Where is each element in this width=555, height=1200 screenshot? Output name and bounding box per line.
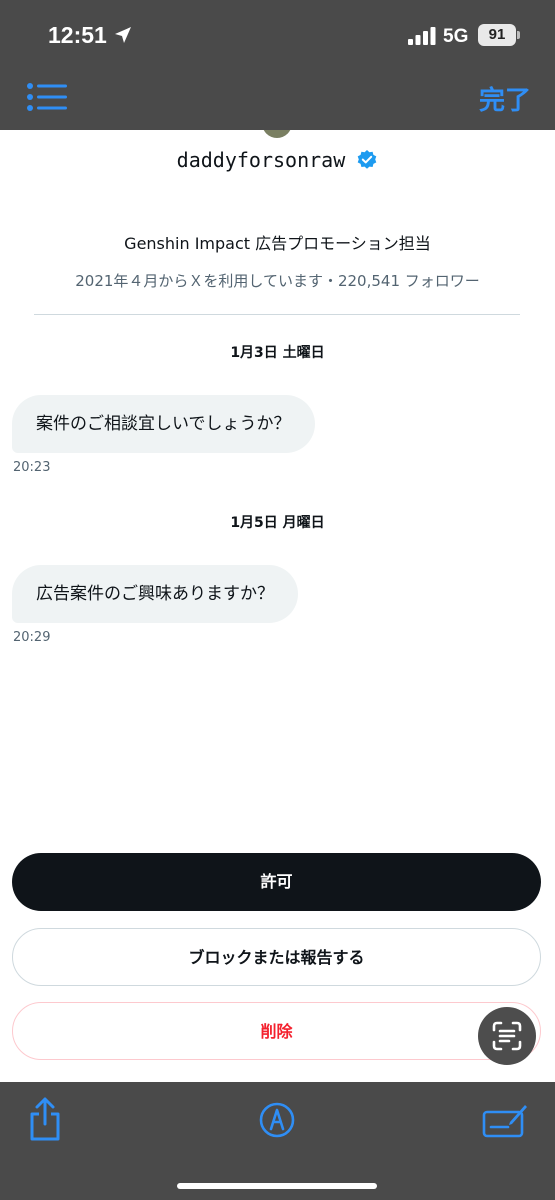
message-time: 20:23 xyxy=(13,460,51,475)
message-time: 20:29 xyxy=(13,630,51,645)
username[interactable]: daddyforsonraw xyxy=(177,148,346,172)
status-bar: 12:51 5G 91 xyxy=(0,0,555,70)
done-button[interactable]: 完了 xyxy=(479,80,531,117)
verified-badge-icon xyxy=(358,150,377,169)
share-icon[interactable] xyxy=(27,1096,63,1142)
divider xyxy=(34,314,520,315)
message-bubble[interactable]: 案件のご相談宜しいでしょうか？ xyxy=(12,395,315,453)
message-bubble[interactable]: 広告案件のご興味ありますか？ xyxy=(12,565,298,623)
text-scan-icon xyxy=(492,1021,522,1051)
block-report-button[interactable]: ブロックまたは報告する xyxy=(12,928,541,986)
location-arrow-icon xyxy=(115,27,131,43)
cellular-signal-icon xyxy=(408,27,436,45)
battery-icon: 91 xyxy=(478,24,516,46)
delete-button[interactable]: 削除 xyxy=(12,1002,541,1060)
list-icon[interactable] xyxy=(26,82,68,112)
live-text-button[interactable] xyxy=(478,1007,536,1065)
top-toolbar: 完了 xyxy=(0,70,555,130)
date-separator: 1月3日 土曜日 xyxy=(230,345,325,361)
markup-icon[interactable] xyxy=(259,1102,295,1138)
annotate-icon[interactable] xyxy=(482,1100,528,1140)
allow-button[interactable]: 許可 xyxy=(12,853,541,911)
profile-header: daddyforsonraw xyxy=(0,148,555,172)
home-indicator xyxy=(177,1183,377,1189)
date-separator: 1月5日 月曜日 xyxy=(230,515,325,531)
avatar[interactable] xyxy=(262,130,292,138)
battery-tip xyxy=(517,31,520,39)
profile-bio: Genshin Impact 広告プロモーション担当 xyxy=(124,234,431,253)
profile-meta: 2021年４月からＸを利用しています・220,541 フォロワー xyxy=(75,272,480,290)
message-request-view: daddyforsonraw Genshin Impact 広告プロモーション担… xyxy=(0,130,555,1082)
network-type: 5G xyxy=(443,26,469,47)
status-time: 12:51 xyxy=(48,22,107,48)
bottom-toolbar xyxy=(0,1082,555,1200)
